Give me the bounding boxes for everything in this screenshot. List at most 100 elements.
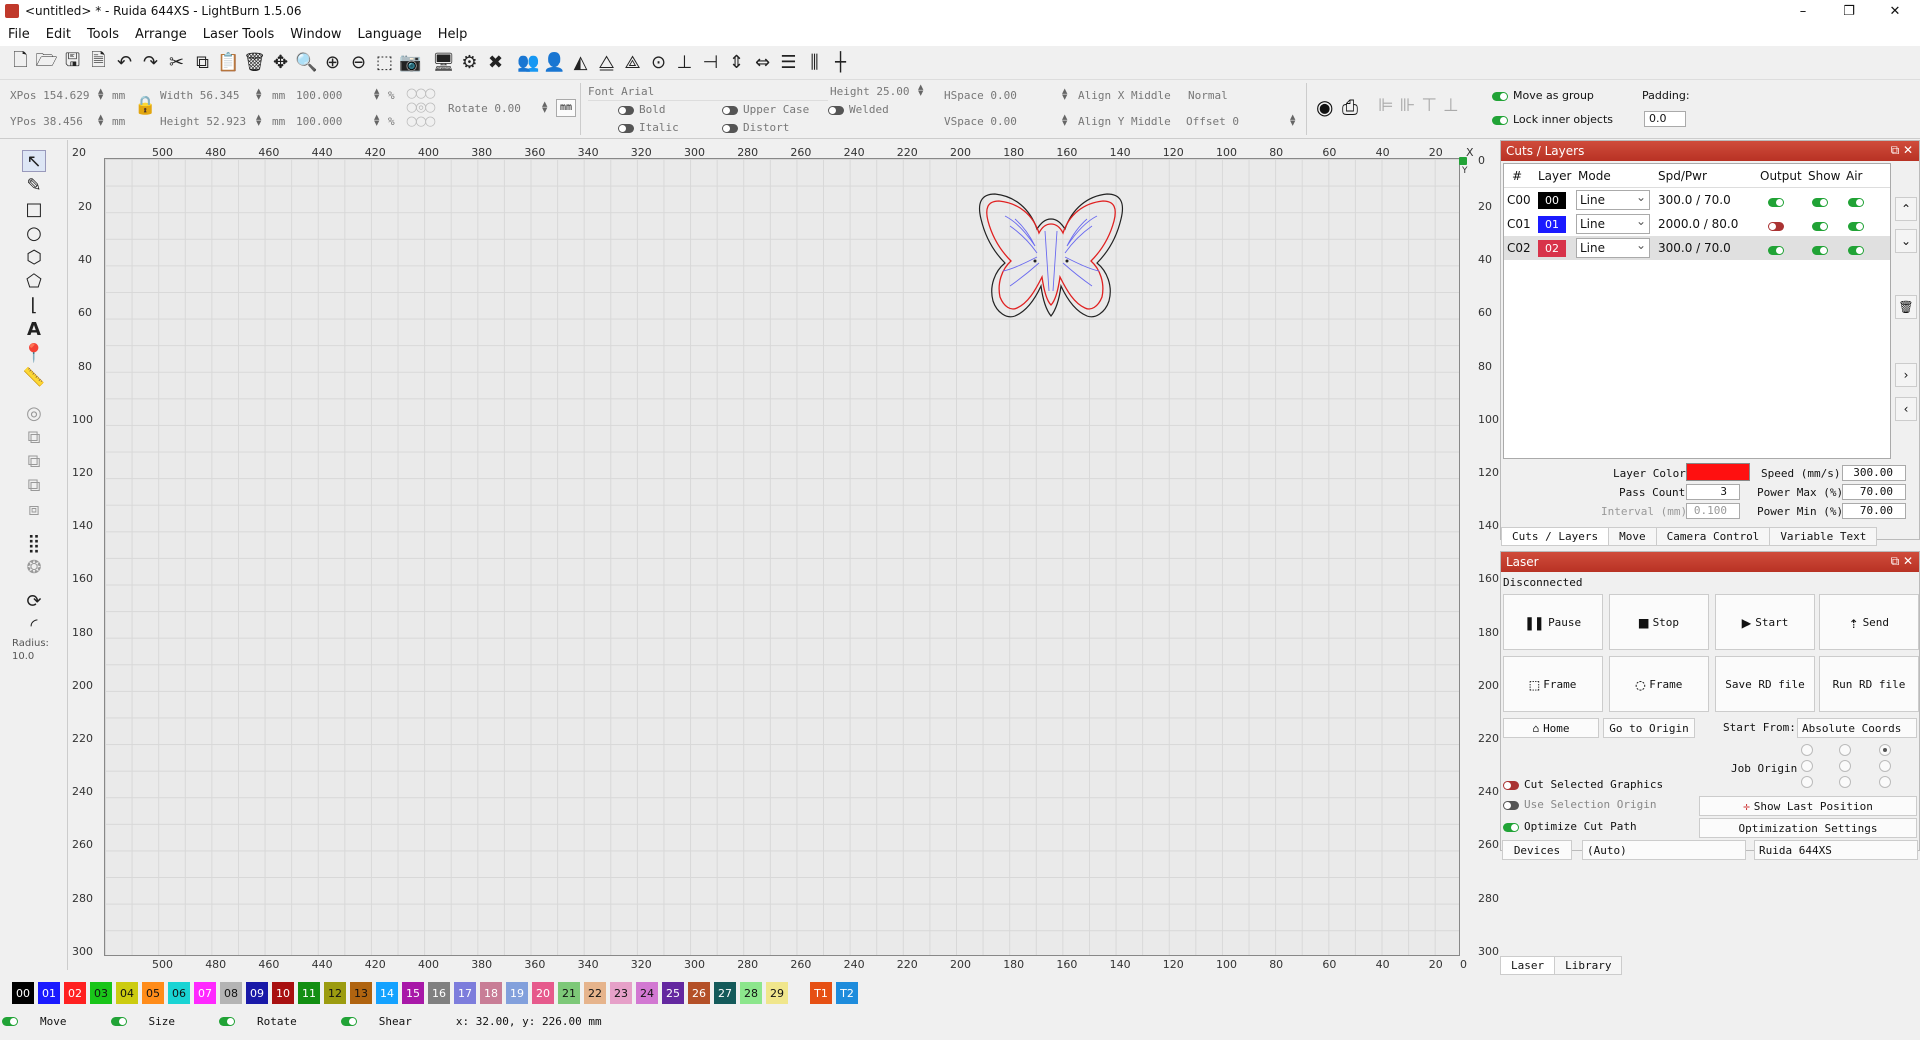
tab-camera-control[interactable]: Camera Control <box>1655 527 1771 546</box>
shear-toggle[interactable] <box>340 1017 357 1026</box>
tab-library[interactable]: Library <box>1554 956 1623 975</box>
menu-window[interactable]: Window <box>282 27 349 42</box>
italic-toggle[interactable] <box>618 123 634 133</box>
font-select[interactable]: Font Arial <box>588 85 828 101</box>
delete-layer-icon[interactable]: 🗑 <box>1895 295 1917 319</box>
palette-swatch[interactable]: 04 <box>116 982 138 1004</box>
text-mode-select[interactable]: Normal <box>1188 89 1228 102</box>
palette-swatch[interactable]: 16 <box>428 982 450 1004</box>
home-button[interactable]: ⌂ Home <box>1503 718 1599 738</box>
send-button[interactable]: ⇡ Send <box>1819 594 1919 650</box>
palette-swatch[interactable]: 10 <box>272 982 294 1004</box>
palette-swatch[interactable]: 12 <box>324 982 346 1004</box>
radius-field[interactable]: 10.0 <box>12 651 34 662</box>
lock-inner-toggle[interactable] <box>1492 115 1508 125</box>
go-to-origin-button[interactable]: Go to Origin <box>1603 718 1695 738</box>
air-toggle[interactable] <box>1848 198 1864 207</box>
pause-button[interactable]: ❚❚ Pause <box>1503 594 1603 650</box>
welded-toggle[interactable] <box>828 105 844 115</box>
print-camera-icon[interactable]: ⎙ <box>1342 95 1358 119</box>
monitor-icon[interactable]: 🖥 <box>431 50 456 76</box>
palette-swatch[interactable]: 13 <box>350 982 372 1004</box>
palette-swatch[interactable]: 21 <box>558 982 580 1004</box>
origin-radio-br[interactable] <box>1879 776 1891 788</box>
open-file-icon[interactable]: 🗁 <box>34 50 59 76</box>
output-toggle[interactable] <box>1768 246 1784 255</box>
intersect-icon[interactable]: ⧈ <box>22 498 46 520</box>
palette-swatch[interactable]: 11 <box>298 982 320 1004</box>
center-icon[interactable]: ⊙ <box>646 50 671 76</box>
save-as-icon[interactable]: 🗎 <box>86 50 111 76</box>
vspace-field[interactable]: VSpace 0.00 <box>944 115 1017 128</box>
origin-radio-ml[interactable] <box>1801 760 1813 772</box>
delete-icon[interactable]: 🗑 <box>242 50 267 76</box>
scale-height[interactable]: 100.000 <box>296 115 342 128</box>
palette-swatch[interactable]: 17 <box>454 982 476 1004</box>
palette-swatch[interactable]: 00 <box>12 982 34 1004</box>
move-layer-down-icon[interactable]: ⌄ <box>1895 229 1917 253</box>
settings-icon[interactable]: ⚙ <box>457 50 482 76</box>
tab-laser[interactable]: Laser <box>1500 956 1556 975</box>
device-select[interactable]: Ruida 644XS <box>1754 840 1918 860</box>
bold-toggle[interactable] <box>618 105 634 115</box>
padding-field[interactable]: 0.0 <box>1644 111 1686 127</box>
palette-swatch[interactable]: 02 <box>64 982 86 1004</box>
distribute-icon[interactable]: ⇔ <box>750 50 775 76</box>
menu-file[interactable]: File <box>0 27 38 42</box>
interval-field[interactable]: 0.100 <box>1686 503 1740 519</box>
units-toggle-button[interactable]: mm <box>556 99 576 117</box>
close-icon[interactable]: ⧉ ✕ <box>1891 554 1913 569</box>
port-select[interactable]: (Auto) <box>1582 840 1746 860</box>
union-icon[interactable]: ⧉ <box>22 450 46 472</box>
paste-icon[interactable]: 📋 <box>216 50 241 76</box>
circular-array-icon[interactable]: ❂ <box>22 556 46 578</box>
palette-swatch[interactable]: 24 <box>636 982 658 1004</box>
run-rd-button[interactable]: Run RD file <box>1819 656 1919 712</box>
show-toggle[interactable] <box>1812 198 1828 207</box>
palette-swatch[interactable]: 25 <box>662 982 684 1004</box>
rotate-tool-icon[interactable]: ⟁ <box>620 50 645 76</box>
move-view-icon[interactable]: ✥ <box>268 50 293 76</box>
pass-count-field[interactable]: 3 <box>1686 484 1740 500</box>
air-toggle[interactable] <box>1848 222 1864 231</box>
show-toggle[interactable] <box>1812 246 1828 255</box>
menu-language[interactable]: Language <box>350 27 430 42</box>
palette-swatch[interactable]: 29 <box>766 982 788 1004</box>
camera-icon[interactable]: 📷 <box>398 50 423 76</box>
palette-swatch[interactable]: 20 <box>532 982 554 1004</box>
mirror-icon[interactable]: ⧋ <box>594 50 619 76</box>
palette-swatch[interactable]: 06 <box>168 982 190 1004</box>
upper-case-toggle[interactable] <box>722 105 738 115</box>
redo-icon[interactable]: ↷ <box>138 50 163 76</box>
origin-radio-tr[interactable] <box>1879 744 1891 756</box>
palette-swatch[interactable]: 09 <box>246 982 268 1004</box>
tab-move[interactable]: Move <box>1608 527 1657 546</box>
save-rd-button[interactable]: Save RD file <box>1715 656 1815 712</box>
save-icon[interactable]: 🖫 <box>60 50 85 76</box>
origin-radio-mc[interactable] <box>1839 760 1851 772</box>
align-tools-icon[interactable]: ⊫⊪⊤⊥ <box>1378 95 1465 116</box>
move-toggle[interactable] <box>2 1017 18 1026</box>
origin-radio-bl[interactable] <box>1801 776 1813 788</box>
origin-radio-bc[interactable] <box>1839 776 1851 788</box>
text-tool-icon[interactable]: A <box>22 318 46 340</box>
lock-icon[interactable]: 🔒 <box>134 95 156 116</box>
start-from-select[interactable]: Absolute Coords <box>1797 718 1917 738</box>
close-button[interactable]: ✕ <box>1872 0 1918 22</box>
tools-icon[interactable]: ✖ <box>483 50 508 76</box>
mode-select[interactable]: Line <box>1576 212 1650 234</box>
frame-circle-button[interactable]: ◌ Frame <box>1609 656 1709 712</box>
offset-tool-icon[interactable]: ◎ <box>22 402 46 424</box>
cut-selected-toggle[interactable] <box>1503 780 1519 790</box>
palette-swatch[interactable]: 14 <box>376 982 398 1004</box>
workspace-grid[interactable] <box>104 157 1467 956</box>
offset-field[interactable]: Offset 0 <box>1186 115 1239 128</box>
show-toggle[interactable] <box>1812 222 1828 231</box>
polygon-tool-icon[interactable]: ⬡ <box>22 246 46 268</box>
palette-swatch[interactable]: 07 <box>194 982 216 1004</box>
layer-color-swatch[interactable] <box>1686 463 1750 481</box>
edit-nodes-icon[interactable]: ⬠ <box>22 270 46 292</box>
grid-array-icon[interactable]: ⣿ <box>22 532 46 554</box>
rotate-edit-icon[interactable]: ⟳ <box>22 590 46 612</box>
align-y-select[interactable]: Align Y Middle <box>1078 115 1171 128</box>
